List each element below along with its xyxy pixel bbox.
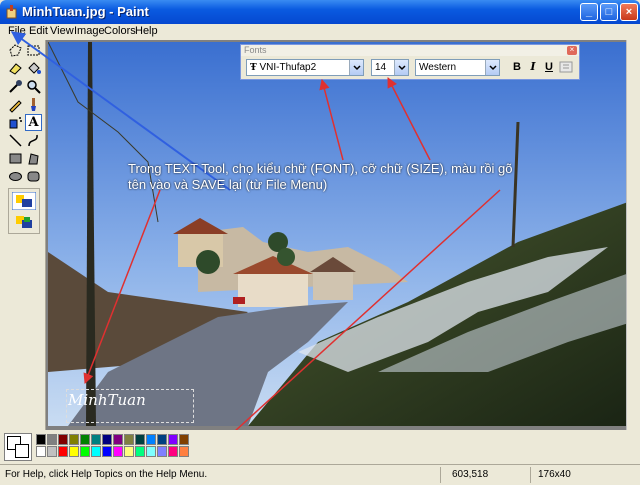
fonts-toolbar-close-button[interactable]: ×	[567, 46, 577, 55]
fill-bucket-icon[interactable]	[25, 60, 42, 77]
truetype-icon: Ŧ	[250, 63, 257, 73]
status-selection-size: 176x40	[538, 469, 571, 480]
rectangle-icon[interactable]	[7, 150, 24, 167]
underline-button[interactable]: U	[542, 60, 556, 74]
vertical-scrollbar[interactable]	[626, 40, 640, 430]
menu-image[interactable]: Image	[74, 25, 105, 37]
rect-select-icon[interactable]	[25, 42, 42, 59]
color-swatch[interactable]	[157, 446, 167, 457]
color-swatch[interactable]	[124, 446, 134, 457]
polygon-icon[interactable]	[25, 150, 42, 167]
instruction-annotation: Trong TEXT Tool, chọ kiểu chữ (FONT), cỡ…	[128, 161, 513, 192]
paint-app-icon[interactable]	[5, 5, 19, 19]
free-select-icon[interactable]	[7, 42, 24, 59]
eraser-icon[interactable]	[7, 60, 24, 77]
curve-icon[interactable]	[25, 132, 42, 149]
title-bar: MinhTuan.jpg - Paint _ □ ×	[0, 0, 640, 24]
toolbox: A	[0, 40, 46, 430]
status-bar: For Help, click Help Topics on the Help …	[0, 464, 640, 485]
eyedropper-icon[interactable]	[7, 78, 24, 95]
font-name-value: Ŧ VNI-Thufap2	[250, 62, 316, 73]
color-swatch[interactable]	[113, 446, 123, 457]
script-dropdown[interactable]: Western	[415, 59, 500, 76]
color-swatch[interactable]	[157, 434, 167, 445]
font-size-dropdown[interactable]: 14	[371, 59, 409, 76]
magnifier-icon[interactable]	[25, 78, 42, 95]
color-swatch[interactable]	[168, 446, 178, 457]
color-swatch[interactable]	[47, 434, 57, 445]
color-swatch[interactable]	[69, 446, 79, 457]
color-swatch[interactable]	[113, 434, 123, 445]
typed-text: MinhTuan	[68, 391, 146, 409]
color-swatch[interactable]	[135, 434, 145, 445]
color-swatch[interactable]	[69, 434, 79, 445]
chevron-down-icon[interactable]	[485, 60, 499, 75]
menu-bar: File Edit View Image Colors Help	[0, 24, 640, 40]
maximize-button[interactable]: □	[600, 3, 618, 21]
fonts-toolbar-title: Fonts	[241, 45, 579, 56]
status-coordinates: 603,518	[452, 469, 489, 480]
color-palette	[0, 430, 640, 464]
color-swatch[interactable]	[102, 434, 112, 445]
color-swatch[interactable]	[124, 434, 134, 445]
rounded-rectangle-icon[interactable]	[25, 168, 42, 185]
ellipse-icon[interactable]	[7, 168, 24, 185]
color-swatch[interactable]	[91, 446, 101, 457]
color-swatch[interactable]	[135, 446, 145, 457]
minimize-button[interactable]: _	[580, 3, 598, 21]
chevron-down-icon[interactable]	[349, 60, 363, 75]
color-swatch[interactable]	[179, 446, 189, 457]
menu-edit[interactable]: Edit	[29, 25, 48, 37]
color-swatch[interactable]	[58, 434, 68, 445]
chevron-down-icon[interactable]	[394, 60, 408, 75]
color-swatch[interactable]	[80, 434, 90, 445]
fonts-toolbar: Fonts × Ŧ VNI-Thufap2 14 Western B I U	[240, 44, 580, 80]
color-swatch[interactable]	[58, 446, 68, 457]
window-title: MinhTuan.jpg - Paint	[22, 4, 149, 19]
color-swatch[interactable]	[80, 446, 90, 457]
font-name-dropdown[interactable]: Ŧ VNI-Thufap2	[246, 59, 364, 76]
font-name-label: VNI-Thufap2	[259, 62, 317, 73]
canvas-area	[46, 40, 640, 430]
color-swatch[interactable]	[168, 434, 178, 445]
transparent-background-icon[interactable]	[12, 213, 36, 231]
color-swatch[interactable]	[36, 446, 46, 457]
current-colors-indicator[interactable]	[4, 433, 32, 461]
menu-file[interactable]: File	[8, 25, 26, 37]
menu-colors[interactable]: Colors	[104, 25, 136, 37]
close-button[interactable]: ×	[620, 3, 638, 21]
line-icon[interactable]	[7, 132, 24, 149]
menu-help[interactable]: Help	[135, 25, 158, 37]
color-swatch[interactable]	[36, 434, 46, 445]
text-tool-icon[interactable]: A	[25, 114, 42, 131]
color-swatch[interactable]	[146, 434, 156, 445]
vertical-text-icon[interactable]	[559, 61, 573, 73]
tool-options-panel	[8, 188, 40, 234]
italic-button[interactable]: I	[526, 60, 540, 74]
canvas-image[interactable]	[48, 42, 632, 426]
color-swatch[interactable]	[47, 446, 57, 457]
color-swatch[interactable]	[102, 446, 112, 457]
menu-view[interactable]: View	[50, 25, 74, 37]
bold-button[interactable]: B	[510, 60, 524, 74]
status-help-text: For Help, click Help Topics on the Help …	[5, 469, 208, 480]
font-size-value: 14	[375, 62, 387, 73]
background-color	[15, 444, 29, 458]
brush-icon[interactable]	[25, 96, 42, 113]
airbrush-icon[interactable]	[7, 114, 24, 131]
color-swatch[interactable]	[179, 434, 189, 445]
color-swatch[interactable]	[91, 434, 101, 445]
opaque-background-icon[interactable]	[12, 192, 36, 210]
script-value: Western	[419, 62, 457, 73]
pencil-icon[interactable]	[7, 96, 24, 113]
color-swatch[interactable]	[146, 446, 156, 457]
